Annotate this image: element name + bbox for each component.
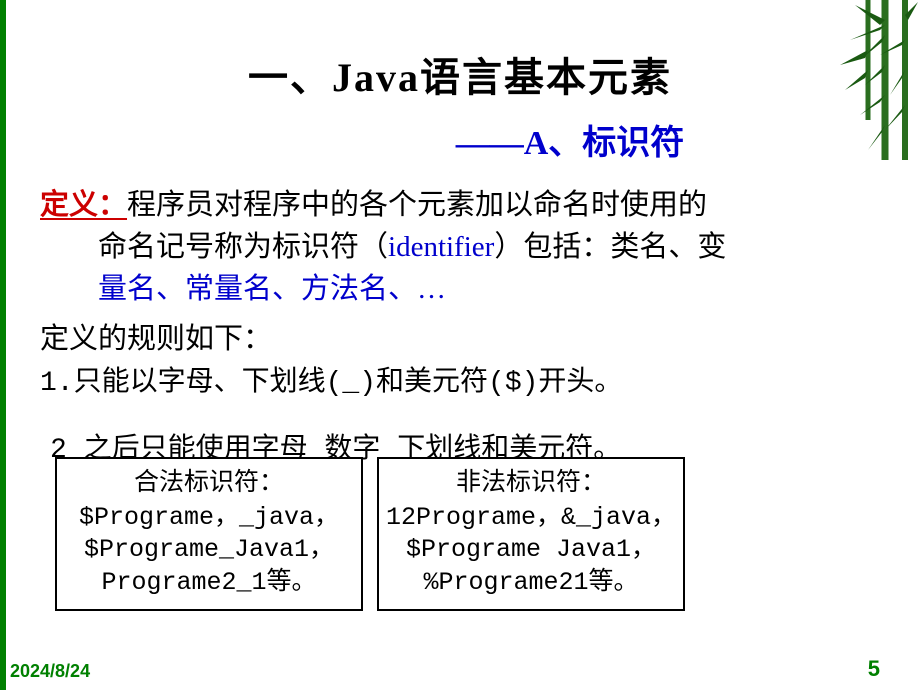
identifier-term: identifier	[388, 231, 494, 263]
main-title: 一、Java语言基本元素	[10, 45, 910, 103]
definition-line2: 命名记号称为标识符（identifier）包括：类名、变	[40, 226, 880, 268]
footer-page-number: 5	[868, 656, 880, 682]
footer-date: 2024/8/24	[10, 661, 90, 682]
rules-intro: 定义的规则如下：	[40, 318, 880, 360]
illegal-box-title: 非法标识符：	[385, 467, 677, 500]
definition-block: 定义：程序员对程序中的各个元素加以命名时使用的	[40, 184, 880, 226]
illegal-box-line3: %Programe21等。	[385, 567, 677, 600]
left-green-bar	[0, 0, 6, 690]
definition-line3: 量名、常量名、方法名、…	[40, 268, 880, 310]
legal-box-title: 合法标识符：	[63, 467, 355, 500]
definition-text-1: 程序员对程序中的各个元素加以命名时使用的	[127, 189, 707, 221]
subtitle: ——A、标识符	[10, 115, 910, 164]
legal-box-line1: $Programe，_java，	[63, 502, 355, 535]
illegal-identifier-box: 非法标识符： 12Programe，&_java， $Programe Java…	[377, 457, 685, 611]
definition-label: 定义：	[40, 189, 127, 221]
illegal-box-line2: $Programe Java1，	[385, 534, 677, 567]
identifier-boxes: 合法标识符： $Programe，_java， $Programe_Java1，…	[55, 457, 685, 611]
illegal-box-line1: 12Programe，&_java，	[385, 502, 677, 535]
rule-1: 1.只能以字母、下划线(_)和美元符($)开头。	[40, 364, 880, 405]
legal-box-line2: $Programe_Java1，	[63, 534, 355, 567]
slide-content: 一、Java语言基本元素 ——A、标识符 定义：程序员对程序中的各个元素加以命名…	[10, 0, 910, 690]
legal-box-line3: Programe2_1等。	[63, 567, 355, 600]
content-area: 定义：程序员对程序中的各个元素加以命名时使用的 命名记号称为标识符（identi…	[10, 184, 910, 405]
legal-identifier-box: 合法标识符： $Programe，_java， $Programe_Java1，…	[55, 457, 363, 611]
